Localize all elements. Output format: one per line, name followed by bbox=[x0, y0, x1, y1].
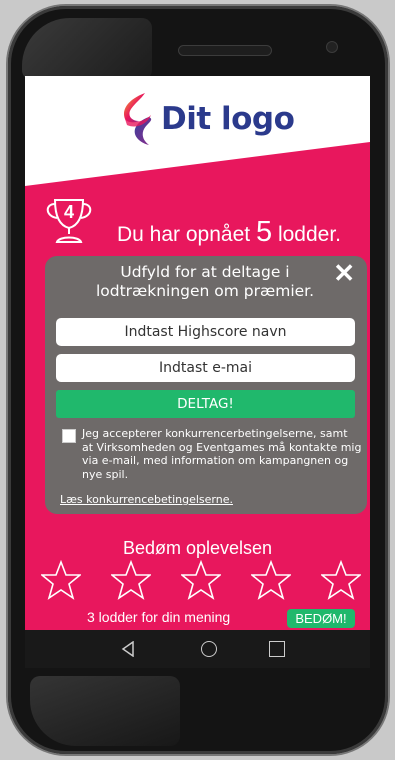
trophy-number: 4 bbox=[63, 202, 74, 222]
trophy-icon: 4 bbox=[43, 198, 95, 244]
achievement-prefix: Du har opnået bbox=[117, 223, 251, 246]
terms-link[interactable]: Læs konkurrencebetingelserne. bbox=[60, 493, 233, 506]
achievement-count: 5 bbox=[255, 216, 273, 248]
star-icon[interactable] bbox=[251, 560, 291, 600]
rating-stars bbox=[41, 560, 361, 608]
email-input[interactable] bbox=[56, 354, 355, 382]
achievement-text: Du har opnået 5 lodder. bbox=[117, 216, 341, 249]
app-screen: Dit logo 4 Du har opnået 5 lodder. Udfyl… bbox=[25, 76, 370, 668]
modal-title: Udfyld for at deltage i lodtrækningen om… bbox=[95, 263, 315, 300]
rate-button[interactable]: BEDØM! bbox=[287, 609, 355, 628]
star-icon[interactable] bbox=[321, 560, 361, 600]
phone-glare bbox=[22, 18, 152, 80]
logo-text: Dit logo bbox=[161, 101, 295, 137]
back-icon[interactable] bbox=[121, 641, 135, 657]
submit-button[interactable]: DELTAG! bbox=[56, 390, 355, 418]
star-icon[interactable] bbox=[181, 560, 221, 600]
android-nav-bar bbox=[25, 630, 370, 668]
entry-form-modal: Udfyld for at deltage i lodtrækningen om… bbox=[45, 256, 367, 514]
logo-flame-icon bbox=[123, 93, 152, 145]
terms-checkbox[interactable] bbox=[62, 429, 76, 443]
logo: Dit logo bbox=[113, 92, 295, 146]
speaker-grille bbox=[178, 45, 272, 56]
achievement-suffix: lodder. bbox=[277, 223, 341, 246]
rating-reward-text: 3 lodder for din mening bbox=[87, 609, 231, 625]
close-icon[interactable]: ✕ bbox=[333, 258, 355, 289]
rating-title: Bedøm oplevelsen bbox=[122, 538, 273, 558]
home-icon[interactable] bbox=[201, 641, 217, 657]
header: Dit logo bbox=[25, 76, 370, 186]
front-camera bbox=[326, 41, 338, 53]
star-icon[interactable] bbox=[41, 560, 81, 600]
highscore-name-input[interactable] bbox=[56, 318, 355, 346]
phone-glare-bottom bbox=[30, 676, 180, 746]
star-icon[interactable] bbox=[111, 560, 151, 600]
recent-apps-icon[interactable] bbox=[269, 641, 285, 657]
terms-text: Jeg accepterer konkurrencerbetingelserne… bbox=[82, 427, 362, 481]
